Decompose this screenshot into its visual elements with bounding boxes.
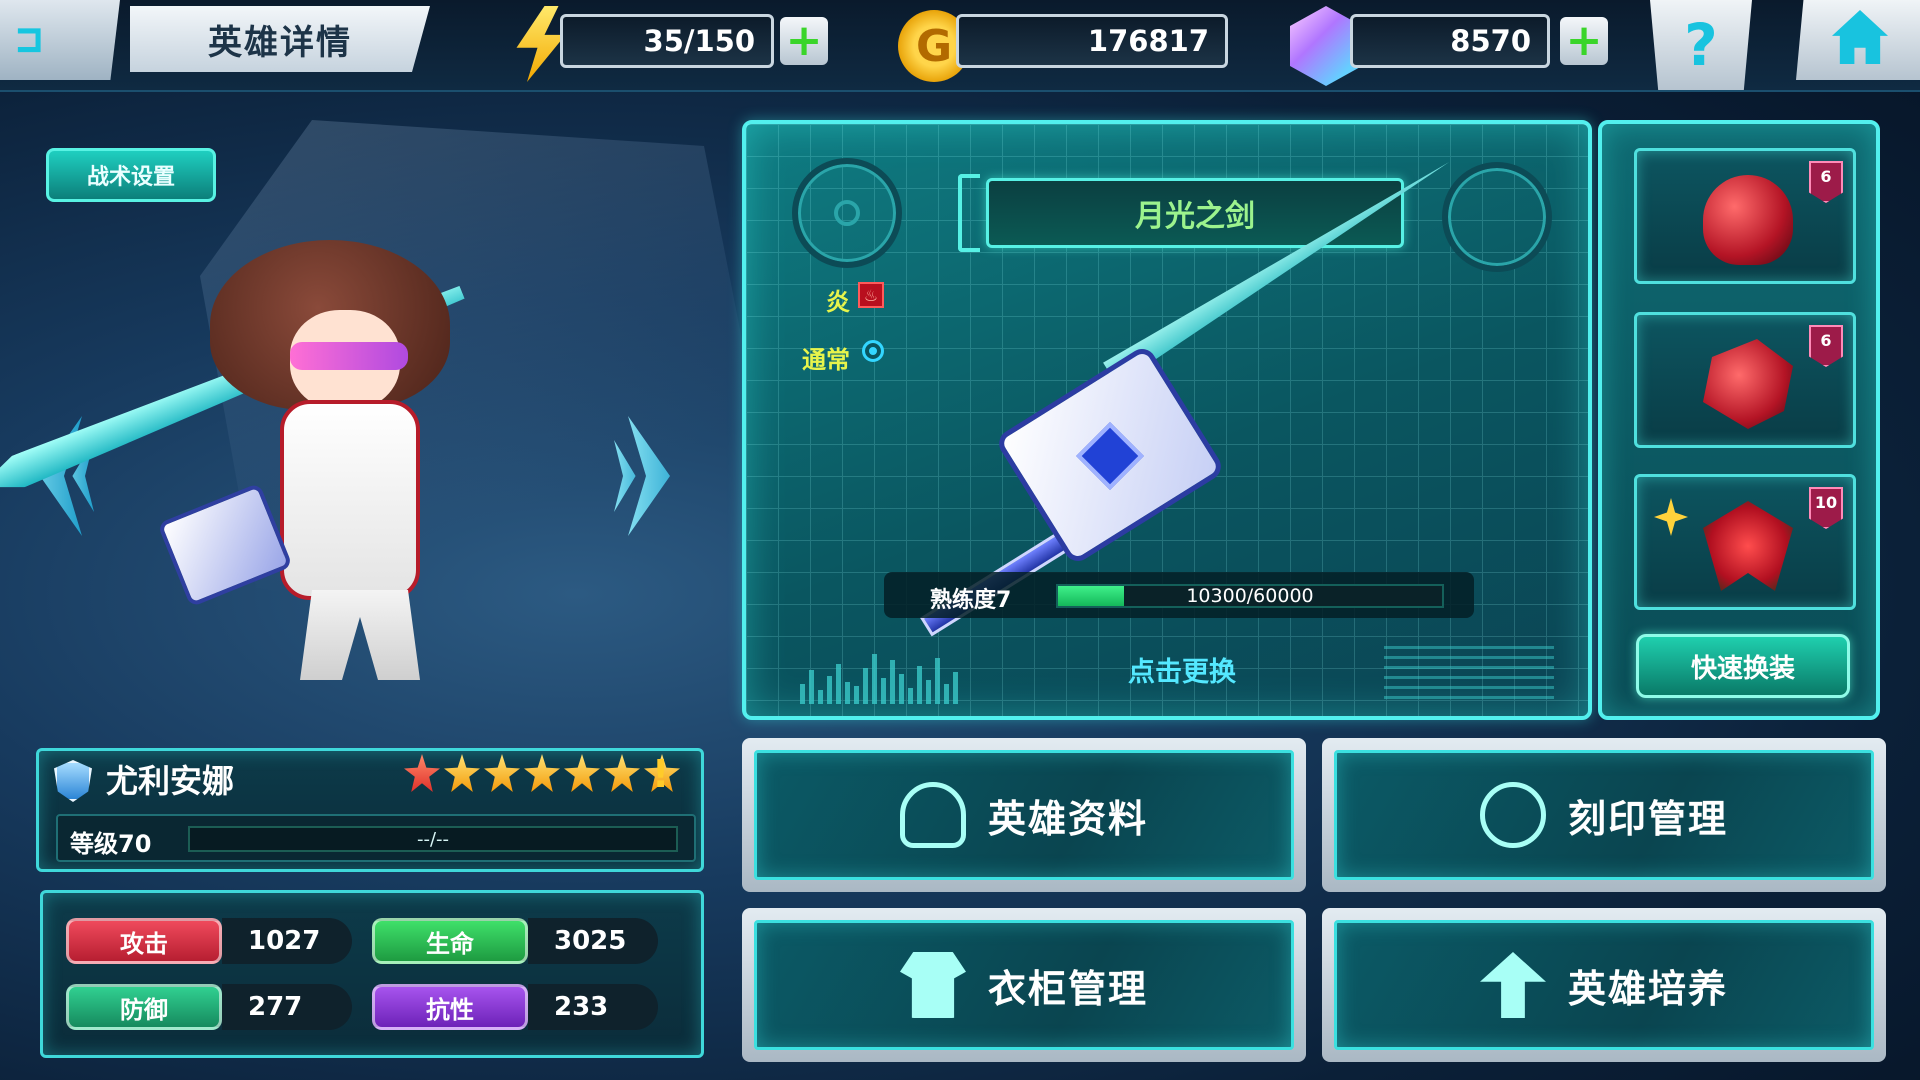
home-icon: [1832, 10, 1888, 64]
equalizer-bar: [854, 686, 859, 704]
attack-label: 攻击: [66, 918, 222, 964]
wardrobe-management-label: 衣柜管理: [987, 966, 1148, 1011]
hero-training-label: 英雄培养: [1567, 966, 1728, 1011]
hero-name: 尤利安娜: [106, 762, 235, 800]
equalizer-bar: [935, 658, 940, 704]
fire-element-icon: ♨: [858, 282, 884, 308]
equalizer-bar: [827, 676, 832, 704]
energy-counter: 35/150: [560, 14, 774, 68]
slot-level-badge: 10: [1809, 487, 1843, 529]
scan-lines-decoration: [1384, 646, 1554, 702]
upgrade-arrow-icon: [1479, 952, 1546, 1018]
star-icon: [444, 754, 480, 792]
imprint-management-label: 刻印管理: [1567, 796, 1728, 841]
star-icon: [484, 754, 520, 792]
equalizer-decoration: [800, 648, 958, 704]
weapon-name: 月光之剑: [986, 178, 1404, 248]
hero-profile-button[interactable]: 英雄资料: [742, 738, 1306, 892]
equalizer-bar: [953, 672, 958, 704]
change-weapon-button[interactable]: 点击更换: [1128, 650, 1236, 689]
home-button[interactable]: [1796, 0, 1920, 80]
alert-icon[interactable]: !: [652, 752, 669, 796]
star-icon: [524, 754, 560, 792]
profile-icon: [899, 782, 966, 848]
star-icon: [404, 754, 440, 792]
mastery-label: 熟练度7: [930, 588, 1012, 613]
hero-visor: [290, 342, 408, 370]
gold-value: 176817: [1087, 24, 1209, 58]
mastery-value: 10300/60000: [1186, 585, 1314, 607]
equalizer-bar: [944, 684, 949, 704]
name-plate-bracket: [958, 174, 980, 252]
star-icon: [604, 754, 640, 792]
tactics-settings-button[interactable]: 战术设置: [46, 148, 216, 202]
equalizer-bar: [800, 684, 805, 704]
hero-training-button[interactable]: 英雄培养: [1322, 908, 1886, 1062]
slot-level-badge: 6: [1809, 161, 1843, 203]
hp-value: 3025: [528, 918, 658, 964]
shirt-icon: [899, 952, 966, 1018]
page-title-plate: 英雄详情: [130, 6, 430, 72]
gold-counter: 176817: [956, 14, 1228, 68]
hero-armor: [280, 400, 420, 600]
equalizer-bar: [908, 688, 913, 704]
radar-ring-icon: [1442, 162, 1552, 272]
defense-label: 防御: [66, 984, 222, 1030]
hero-stars: [404, 754, 680, 792]
target-reticle-icon: [792, 158, 902, 268]
imprint-icon: [1479, 782, 1546, 848]
equalizer-bar: [809, 670, 814, 704]
element-label: 炎: [826, 288, 850, 316]
defense-value: 277: [222, 984, 352, 1030]
equalizer-bar: [926, 680, 931, 704]
help-icon: ?: [1684, 11, 1718, 79]
attack-value: 1027: [222, 918, 352, 964]
quick-equip-button[interactable]: 快速换装: [1636, 634, 1850, 698]
exp-bar: --/--: [188, 826, 678, 852]
page-title: 英雄详情: [208, 22, 352, 63]
equipment-slot-gauntlet[interactable]: 6: [1634, 312, 1856, 448]
hero-level: 等级70: [70, 830, 152, 858]
slot-level-badge: 6: [1809, 325, 1843, 367]
attack-type-label: 通常: [802, 346, 850, 374]
equalizer-bar: [899, 674, 904, 704]
stats-panel: [40, 890, 704, 1058]
emblem-icon: [1703, 501, 1793, 591]
help-button[interactable]: ?: [1650, 0, 1752, 90]
imprint-management-button[interactable]: 刻印管理: [1322, 738, 1886, 892]
add-energy-button[interactable]: +: [780, 17, 828, 65]
energy-value: 35/150: [643, 24, 755, 58]
normal-type-icon: [862, 340, 884, 362]
resist-label: 抗性: [372, 984, 528, 1030]
back-icon: ⊐: [16, 14, 43, 65]
hp-label: 生命: [372, 918, 528, 964]
gem-counter: 8570: [1350, 14, 1550, 68]
gauntlet-icon: [1703, 339, 1793, 429]
equalizer-bar: [872, 654, 877, 704]
hero-character: [170, 230, 530, 680]
equalizer-bar: [845, 682, 850, 704]
helmet-icon: [1703, 175, 1793, 265]
equipment-slot-helmet[interactable]: 6: [1634, 148, 1856, 284]
equipment-slot-emblem[interactable]: 10: [1634, 474, 1856, 610]
equalizer-bar: [836, 664, 841, 704]
equalizer-bar: [863, 668, 868, 704]
equalizer-bar: [881, 678, 886, 704]
hero-legs: [300, 590, 420, 680]
equalizer-bar: [818, 690, 823, 704]
wardrobe-management-button[interactable]: 衣柜管理: [742, 908, 1306, 1062]
equalizer-bar: [917, 666, 922, 704]
equalizer-bar: [890, 660, 895, 704]
add-gems-button[interactable]: +: [1560, 17, 1608, 65]
resist-value: 233: [528, 984, 658, 1030]
star-icon: [564, 754, 600, 792]
hero-profile-label: 英雄资料: [987, 796, 1148, 841]
back-button[interactable]: ⊐: [0, 0, 120, 80]
gem-value: 8570: [1450, 24, 1531, 58]
